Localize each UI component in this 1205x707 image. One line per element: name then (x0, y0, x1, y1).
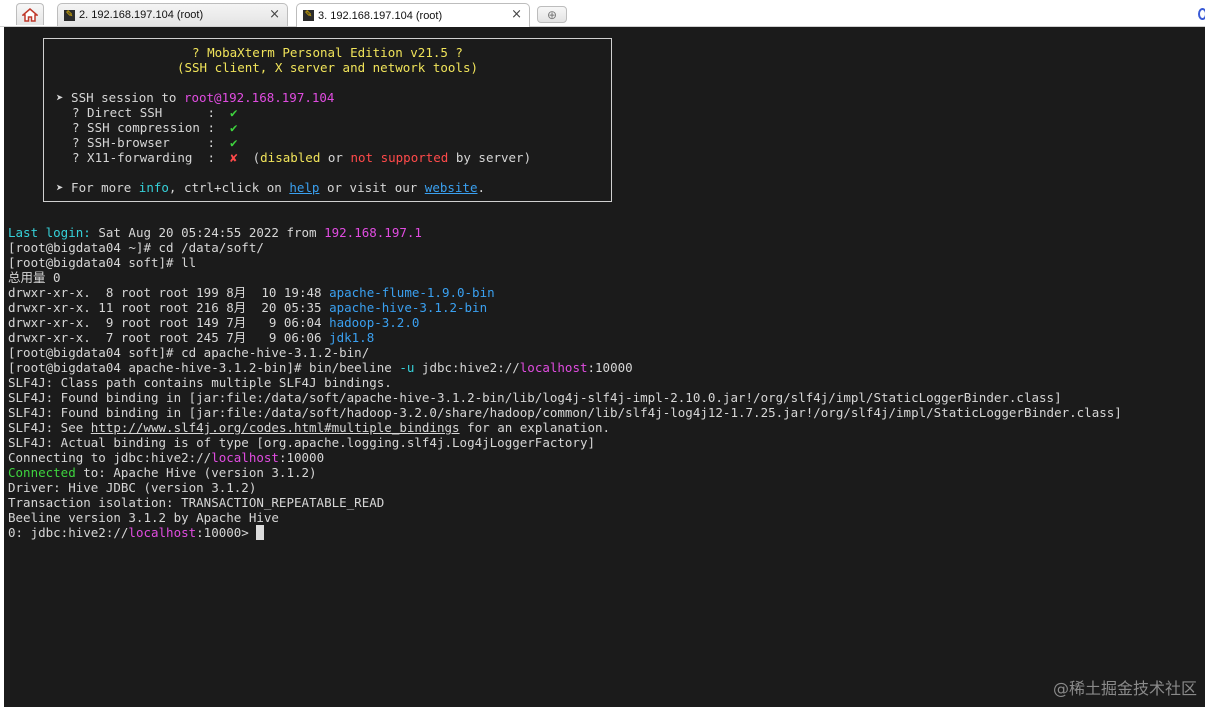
banner-text: ➤ SSH session to (56, 90, 184, 105)
plus-icon: ⊕ (546, 7, 558, 22)
terminal-pane[interactable]: ? MobaXterm Personal Edition v21.5 ? (SS… (4, 27, 1205, 707)
banner-info-line: ➤ For more info, ctrl+click on help or v… (56, 180, 485, 195)
tab-scroll-indicator[interactable] (1198, 8, 1205, 20)
banner-text: by server) (448, 150, 532, 165)
ls-dir-name: hadoop-3.2.0 (329, 315, 420, 330)
ls-meta: drwxr-xr-x. 7 root root 245 7月 9 06:06 (8, 330, 330, 345)
terminal-text: 0: jdbc:hive2:// (8, 525, 129, 540)
terminal-tab-icon: ✎ (64, 9, 75, 21)
beeline-prompt[interactable]: 0: jdbc:hive2://localhost:10000> (8, 525, 265, 540)
localhost-text: localhost (519, 360, 588, 375)
ls-row: drwxr-xr-x. 7 root root 245 7月 9 06:06 j… (8, 330, 374, 345)
new-tab-button[interactable]: ⊕ (537, 6, 567, 23)
terminal-text: for an explanation. (459, 420, 611, 435)
check-icon: ✔ (230, 135, 238, 150)
beeline-version-line: Beeline version 3.1.2 by Apache Hive (8, 510, 279, 525)
slf4j-link[interactable]: http://www.slf4j.org/codes.html#multiple… (91, 420, 460, 435)
banner-text: ? X11-forwarding : (72, 150, 231, 165)
isolation-line: Transaction isolation: TRANSACTION_REPEA… (8, 495, 385, 510)
tab-label: 2. 192.168.197.104 (root) (79, 9, 204, 21)
website-link[interactable]: website (425, 180, 478, 195)
ssh-target: root@192.168.197.104 (183, 90, 335, 105)
ls-dir-name: apache-hive-3.1.2-bin (329, 300, 488, 315)
connected-word: Connected (8, 465, 76, 480)
home-tab[interactable] (16, 3, 44, 25)
terminal-text: jdbc:hive2:// (414, 360, 520, 375)
ls-meta: drwxr-xr-x. 11 root root 216 8月 20 05:35 (8, 300, 330, 315)
info-link[interactable]: info (139, 180, 169, 195)
check-icon: ✔ (230, 120, 238, 135)
tab-bar: ✎ 2. 192.168.197.104 (root) × ✎ 3. 192.1… (0, 0, 1205, 27)
terminal-text: Connecting to jdbc:hive2:// (8, 450, 212, 465)
watermark: @稀土掘金技术社区 (1052, 679, 1197, 698)
banner-subtitle: (SSH client, X server and network tools) (176, 60, 479, 75)
terminal-text: :10000> (196, 525, 257, 540)
banner-ssh-line: ➤ SSH session to root@192.168.197.104 (56, 90, 334, 105)
ls-dir-name: jdk1.8 (329, 330, 375, 345)
home-icon (22, 7, 38, 22)
help-link[interactable]: help (289, 180, 319, 195)
ls-meta: drwxr-xr-x. 9 root root 149 7月 9 06:04 (8, 315, 330, 330)
banner-title: ? MobaXterm Personal Edition v21.5 ? (192, 45, 463, 60)
banner-text: , ctrl+click on (168, 180, 290, 195)
slf4j-line: SLF4J: Found binding in [jar:file:/data/… (8, 390, 1062, 405)
text-cursor (256, 525, 265, 540)
command-flag: -u (399, 360, 415, 375)
slf4j-line: SLF4J: Actual binding is of type [org.ap… (8, 435, 595, 450)
welcome-banner: ? MobaXterm Personal Edition v21.5 ? (SS… (43, 38, 612, 202)
terminal-text: to: Apache Hive (version 3.1.2) (75, 465, 317, 480)
banner-text: ➤ For more (56, 180, 139, 195)
slf4j-line: SLF4J: See http://www.slf4j.org/codes.ht… (8, 420, 610, 435)
check-icon: ✔ (230, 105, 238, 120)
close-icon[interactable]: × (269, 7, 280, 22)
beeline-command: [root@bigdata04 apache-hive-3.1.2-bin]# … (8, 360, 633, 375)
banner-text: ? Direct SSH : (72, 105, 231, 120)
banner-compression: ? SSH compression : ✔ (72, 120, 238, 135)
terminal-text: Sat Aug 20 05:24:55 2022 from (90, 225, 325, 240)
terminal-text: :10000 (587, 360, 633, 375)
banner-browser: ? SSH-browser : ✔ (72, 135, 238, 150)
terminal-tab-icon: ✎ (303, 10, 314, 21)
ls-row: drwxr-xr-x. 11 root root 216 8月 20 05:35… (8, 300, 487, 315)
command-line: [root@bigdata04 ~]# cd /data/soft/ (8, 240, 264, 255)
banner-text: or visit our (319, 180, 425, 195)
connecting-line: Connecting to jdbc:hive2://localhost:100… (8, 450, 324, 465)
terminal-text: SLF4J: See (8, 420, 91, 435)
x11-not-supported: not supported (350, 150, 449, 165)
x11-disabled: disabled (260, 150, 321, 165)
banner-text: ? SSH-browser : (72, 135, 231, 150)
localhost-text: localhost (211, 450, 279, 465)
command-line: [root@bigdata04 soft]# cd apache-hive-3.… (8, 345, 370, 360)
tab-session-3[interactable]: ✎ 3. 192.168.197.104 (root) × (296, 3, 530, 27)
last-login-ip: 192.168.197.1 (324, 225, 422, 240)
banner-text: ? SSH compression : (72, 120, 231, 135)
cross-icon: ✘ (230, 150, 238, 165)
tab-label: 3. 192.168.197.104 (root) (318, 9, 443, 22)
ls-row: drwxr-xr-x. 9 root root 149 7月 9 06:04 h… (8, 315, 419, 330)
banner-direct-ssh: ? Direct SSH : ✔ (72, 105, 238, 120)
terminal-text: [root@bigdata04 apache-hive-3.1.2-bin]# … (8, 360, 400, 375)
command-line: [root@bigdata04 soft]# ll (8, 255, 197, 270)
slf4j-line: SLF4J: Class path contains multiple SLF4… (8, 375, 392, 390)
banner-text: ( (237, 150, 261, 165)
ls-total: 总用量 0 (8, 270, 61, 285)
banner-text: or (320, 150, 351, 165)
last-login-label: Last login: (8, 225, 91, 240)
banner-x11: ? X11-forwarding : ✘ (disabled or not su… (72, 150, 531, 165)
terminal-text: :10000 (278, 450, 325, 465)
driver-line: Driver: Hive JDBC (version 3.1.2) (8, 480, 257, 495)
last-login-line: Last login: Sat Aug 20 05:24:55 2022 fro… (8, 225, 422, 240)
close-icon[interactable]: × (511, 7, 522, 22)
connected-line: Connected to: Apache Hive (version 3.1.2… (8, 465, 317, 480)
ls-dir-name: apache-flume-1.9.0-bin (329, 285, 495, 300)
slf4j-line: SLF4J: Found binding in [jar:file:/data/… (8, 405, 1122, 420)
localhost-text: localhost (128, 525, 197, 540)
banner-text: . (477, 180, 486, 195)
ls-meta: drwxr-xr-x. 8 root root 199 8月 10 19:48 (8, 285, 330, 300)
ls-row: drwxr-xr-x. 8 root root 199 8月 10 19:48 … (8, 285, 495, 300)
tab-session-2[interactable]: ✎ 2. 192.168.197.104 (root) × (57, 3, 288, 26)
